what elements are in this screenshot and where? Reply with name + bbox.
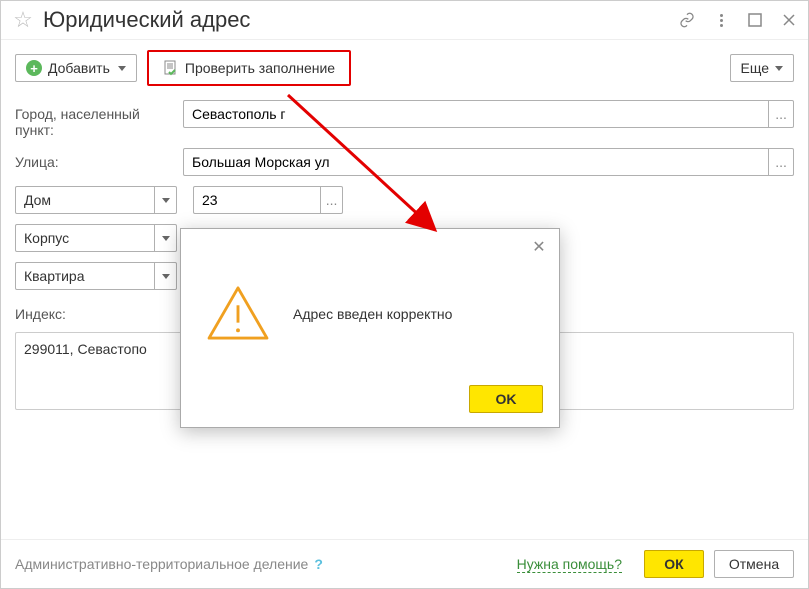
titlebar: ☆ Юридический адрес (1, 1, 808, 40)
more-menu-icon[interactable] (712, 11, 730, 29)
apartment-type-value: Квартира (24, 268, 85, 284)
add-button[interactable]: + Добавить (15, 54, 137, 82)
verify-button-label: Проверить заполнение (185, 60, 335, 76)
link-icon[interactable] (678, 11, 696, 29)
street-label: Улица: (15, 148, 175, 170)
maximize-icon[interactable] (746, 11, 764, 29)
admin-division-label: Административно-территориальное деление (15, 556, 308, 572)
window-title: Юридический адрес (43, 7, 678, 33)
doc-check-icon (163, 60, 179, 76)
house-type-select[interactable]: Дом (15, 186, 155, 214)
house-type-caret[interactable] (155, 186, 177, 214)
validation-dialog: ✕ Адрес введен корректно OK (180, 228, 560, 428)
block-type-value: Корпус (24, 230, 69, 246)
more-button-label: Еще (741, 60, 770, 76)
dialog-message: Адрес введен корректно (293, 306, 452, 322)
house-number-input[interactable] (193, 186, 321, 214)
block-type-caret[interactable] (155, 224, 177, 252)
dialog-ok-button[interactable]: OK (469, 385, 543, 413)
caret-down-icon (775, 66, 783, 71)
city-lookup-button[interactable]: ... (769, 100, 794, 128)
city-label: Город, населенный пункт: (15, 100, 175, 138)
verify-button[interactable]: Проверить заполнение (147, 50, 351, 86)
block-type-select[interactable]: Корпус (15, 224, 155, 252)
cancel-button[interactable]: Отмена (714, 550, 794, 578)
house-lookup-button[interactable]: ... (321, 186, 343, 214)
add-button-label: Добавить (48, 60, 110, 76)
close-icon[interactable] (780, 11, 798, 29)
toolbar: + Добавить Проверить заполнение Еще (1, 40, 808, 96)
city-input[interactable] (183, 100, 769, 128)
warning-icon (207, 286, 269, 343)
footer: Административно-территориальное деление … (1, 539, 808, 588)
window: ☆ Юридический адрес + Добавить (0, 0, 809, 589)
titlebar-controls (678, 11, 798, 29)
index-label: Индекс: (15, 300, 66, 322)
help-link[interactable]: Нужна помощь? (517, 556, 622, 573)
street-lookup-button[interactable]: ... (769, 148, 794, 176)
street-input[interactable] (183, 148, 769, 176)
house-type-value: Дом (24, 192, 51, 208)
apartment-type-caret[interactable] (155, 262, 177, 290)
favorite-star-icon[interactable]: ☆ (11, 8, 35, 32)
apartment-type-select[interactable]: Квартира (15, 262, 155, 290)
caret-down-icon (118, 66, 126, 71)
help-icon[interactable]: ? (314, 556, 323, 572)
ok-button[interactable]: ОК (644, 550, 704, 578)
dialog-close-icon[interactable]: ✕ (529, 237, 549, 257)
plus-circle-icon: + (26, 60, 42, 76)
more-button[interactable]: Еще (730, 54, 795, 82)
